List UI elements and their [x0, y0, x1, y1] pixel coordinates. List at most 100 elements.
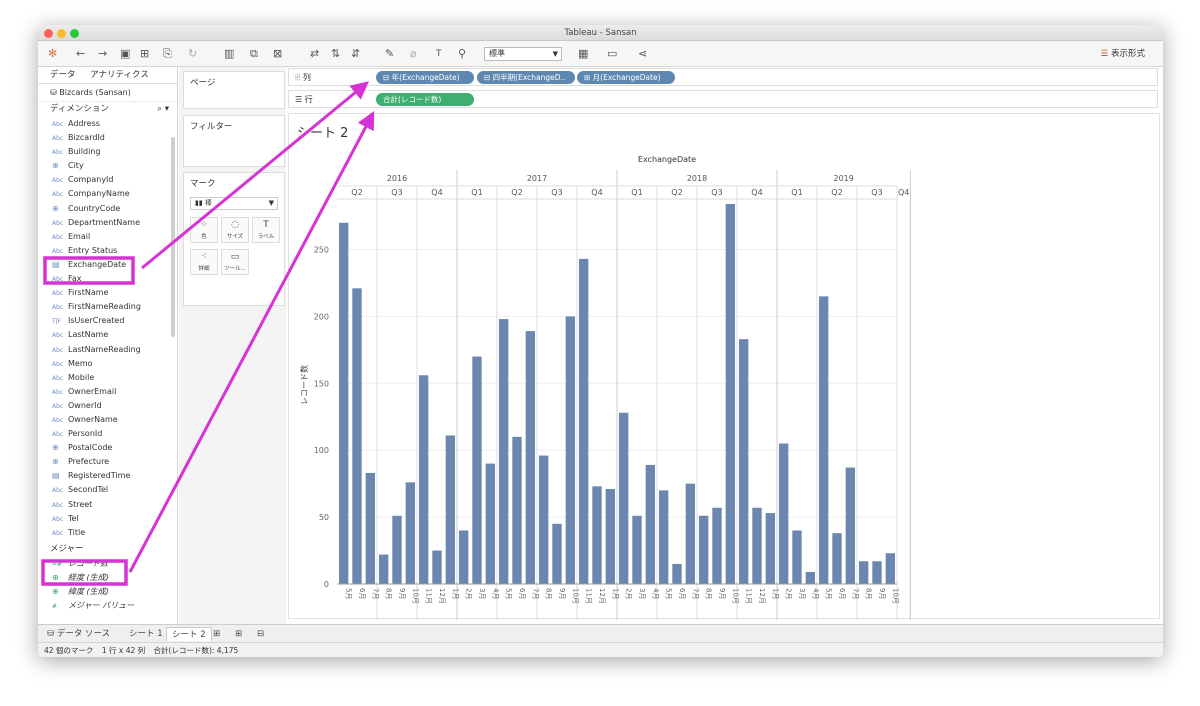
- bar[interactable]: [805, 571, 815, 584]
- bar[interactable]: [645, 464, 655, 584]
- sort-ascending-icon[interactable]: ⇅: [331, 47, 340, 61]
- presentation-icon[interactable]: ▭: [607, 47, 617, 61]
- bar[interactable]: [392, 515, 402, 584]
- dimension-field[interactable]: Abc CompanyId: [38, 173, 177, 187]
- new-worksheet-icon[interactable]: ⊞: [208, 627, 225, 641]
- refresh-icon[interactable]: ↻: [188, 47, 197, 61]
- size-button[interactable]: ◌ サイズ: [221, 217, 249, 243]
- dimension-field[interactable]: Abc OwnerId: [38, 399, 177, 413]
- column-pill-year[interactable]: ⊟ 年(ExchangeDate): [376, 71, 474, 84]
- bar[interactable]: [672, 563, 682, 584]
- dimension-field[interactable]: Abc Fax: [38, 272, 177, 286]
- dimension-field[interactable]: Abc Building: [38, 145, 177, 159]
- bar[interactable]: [752, 507, 762, 584]
- bar[interactable]: [739, 339, 749, 584]
- row-pill-record-count[interactable]: 合計(レコード数): [376, 93, 474, 106]
- label-icon[interactable]: T: [436, 47, 442, 61]
- dimension-field[interactable]: Abc PersonId: [38, 427, 177, 441]
- dimension-field[interactable]: ▤ ExchangeDate: [38, 258, 177, 272]
- forward-icon[interactable]: →: [98, 47, 107, 61]
- dimension-field[interactable]: Abc SecondTel: [38, 483, 177, 497]
- dimension-field[interactable]: ⊕ Prefecture: [38, 455, 177, 469]
- detail-button[interactable]: ⁖ 詳細: [190, 249, 218, 275]
- dimension-field[interactable]: Abc Street: [38, 498, 177, 512]
- bar[interactable]: [699, 515, 709, 584]
- dimension-field[interactable]: Abc LastName: [38, 328, 177, 342]
- bar[interactable]: [419, 375, 429, 584]
- new-sheet-icon[interactable]: ▥: [224, 47, 234, 61]
- tab-sheet-2[interactable]: シート 2: [166, 627, 212, 641]
- bar[interactable]: [632, 515, 642, 584]
- bar[interactable]: [565, 316, 575, 584]
- tab-analytics[interactable]: アナリティクス: [90, 70, 149, 80]
- bar[interactable]: [405, 482, 415, 584]
- label-button[interactable]: T ラベル: [252, 217, 280, 243]
- bar[interactable]: [485, 463, 495, 584]
- bar[interactable]: [845, 467, 855, 584]
- dimension-field[interactable]: Abc FirstNameReading: [38, 300, 177, 314]
- bar[interactable]: [525, 331, 535, 584]
- pause-updates-icon[interactable]: ⎘: [163, 47, 172, 61]
- dimension-field[interactable]: Abc OwnerEmail: [38, 385, 177, 399]
- bar[interactable]: [445, 435, 455, 584]
- duplicate-sheet-icon[interactable]: ⧉: [250, 47, 258, 61]
- bar[interactable]: [459, 530, 469, 584]
- scrollbar[interactable]: [171, 137, 175, 337]
- close-window-button[interactable]: [44, 29, 53, 38]
- measure-field[interactable]: # メジャー バリュー: [38, 599, 177, 613]
- bar[interactable]: [365, 472, 375, 584]
- group-icon[interactable]: ⌀: [410, 47, 417, 61]
- dimension-field[interactable]: Abc Title: [38, 526, 177, 540]
- bar[interactable]: [872, 561, 882, 584]
- dimension-field[interactable]: ⊕ City: [38, 159, 177, 173]
- minimize-window-button[interactable]: [57, 29, 66, 38]
- tab-sheet-1[interactable]: シート 1: [124, 627, 168, 641]
- filters-card[interactable]: フィルター: [183, 115, 285, 167]
- dimension-field[interactable]: Abc CompanyName: [38, 187, 177, 201]
- dimension-field[interactable]: Abc FirstName: [38, 286, 177, 300]
- dimension-field[interactable]: Abc LastNameReading: [38, 343, 177, 357]
- bar[interactable]: [832, 533, 842, 584]
- save-icon[interactable]: ▣: [120, 47, 130, 61]
- tab-datasource[interactable]: ⛁ データ ソース: [42, 627, 115, 641]
- display-mode-button[interactable]: ☰ 表示形式: [1101, 47, 1145, 59]
- tableau-logo-icon[interactable]: ✻: [48, 47, 57, 61]
- dimension-field[interactable]: Abc Entry Status: [38, 244, 177, 258]
- color-button[interactable]: ⁘ 色: [190, 217, 218, 243]
- bar[interactable]: [792, 530, 802, 584]
- bar[interactable]: [499, 319, 509, 584]
- new-story-icon[interactable]: ⊟: [252, 627, 269, 641]
- share-icon[interactable]: ⋖: [638, 47, 647, 61]
- zoom-window-button[interactable]: [70, 29, 79, 38]
- pages-card[interactable]: ページ: [183, 71, 285, 109]
- dimension-field[interactable]: Abc Tel: [38, 512, 177, 526]
- bar[interactable]: [352, 288, 362, 584]
- bar[interactable]: [605, 489, 615, 584]
- new-dashboard-icon[interactable]: ⊞: [230, 627, 247, 641]
- measure-field[interactable]: ⊕ 経度 (生成): [38, 571, 177, 585]
- fit-dropdown[interactable]: 標準 ▼: [484, 47, 562, 61]
- bar-chart[interactable]: 0 50 100 150 200 250 レコード数 ExchangeDate Q2 Q3 Q4 20…: [289, 114, 1161, 620]
- dimension-field[interactable]: Abc Address: [38, 117, 177, 131]
- bar[interactable]: [779, 443, 789, 584]
- bar[interactable]: [619, 412, 629, 584]
- bar[interactable]: [512, 436, 522, 584]
- clear-sheet-icon[interactable]: ⊠: [273, 47, 282, 61]
- bar[interactable]: [765, 513, 775, 584]
- show-me-icon[interactable]: ▦: [578, 47, 588, 61]
- bar[interactable]: [379, 554, 389, 584]
- new-datasource-icon[interactable]: ⊞: [140, 47, 149, 61]
- bar[interactable]: [712, 507, 722, 584]
- dimension-field[interactable]: ⊕ PostalCode: [38, 441, 177, 455]
- search-icon[interactable]: ⌕ ▾: [157, 102, 169, 117]
- bar[interactable]: [552, 523, 562, 584]
- back-icon[interactable]: ←: [76, 47, 85, 61]
- bar[interactable]: [859, 561, 869, 584]
- bar[interactable]: [339, 222, 349, 585]
- dimension-field[interactable]: Abc Mobile: [38, 371, 177, 385]
- tab-data[interactable]: データ: [50, 70, 76, 80]
- dimension-field[interactable]: Abc DepartmentName: [38, 216, 177, 230]
- pin-icon[interactable]: ⚲: [458, 47, 466, 61]
- measure-field[interactable]: =# レコード数: [38, 557, 177, 571]
- bar[interactable]: [725, 204, 735, 584]
